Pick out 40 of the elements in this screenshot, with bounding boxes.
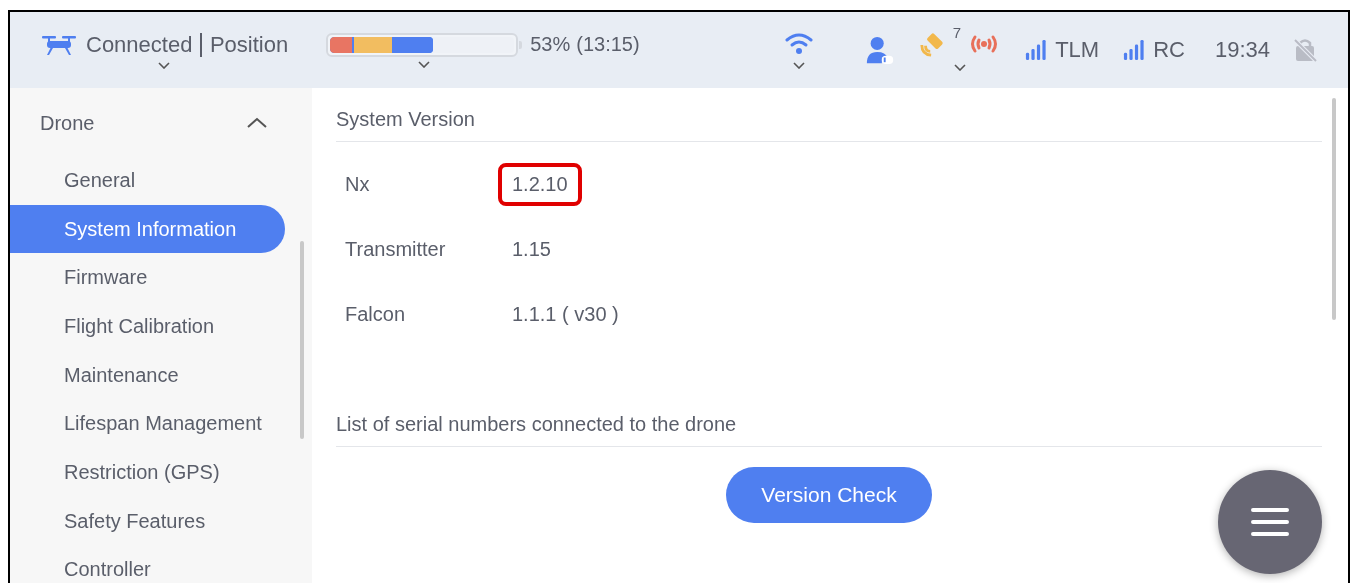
version-value: 1.15: [511, 237, 552, 262]
satellite-count: 7: [952, 23, 962, 41]
version-check-button[interactable]: Version Check: [726, 467, 932, 523]
signal-bars-icon: [1123, 39, 1146, 61]
connection-status: Connected: [86, 31, 193, 58]
menu-button[interactable]: [1218, 470, 1322, 574]
sidebar-item[interactable]: General: [10, 156, 285, 205]
sidebar-item[interactable]: Maintenance: [10, 350, 285, 400]
version-label: Falcon: [345, 303, 407, 326]
flight-mode: Position: [209, 31, 289, 58]
sidebar-item[interactable]: Lifespan Management: [10, 399, 285, 449]
battery-percent: 53%: [530, 33, 571, 56]
scrollbar[interactable]: [300, 241, 304, 439]
version-label: Transmitter: [345, 238, 447, 261]
section-title: System Version: [336, 108, 1322, 142]
caret-icon[interactable]: [158, 61, 171, 69]
menu-icon: [1250, 507, 1290, 537]
signal-bars-icon: [1025, 39, 1048, 61]
section-title: List of serial numbers connected to the drone: [336, 413, 1322, 447]
sidebar-item[interactable]: Controller: [10, 545, 285, 583]
version-value: 1.1.1 ( v30 ): [511, 302, 620, 327]
rc-label: RC: [1153, 37, 1185, 63]
sidebar-item[interactable]: Restriction (GPS): [10, 448, 285, 497]
sidebar-item[interactable]: System Information: [10, 204, 285, 254]
caret-icon[interactable]: [246, 117, 268, 129]
sidebar-item[interactable]: Safety Features: [10, 496, 285, 546]
caret-icon[interactable]: [954, 63, 966, 71]
caret-icon[interactable]: [418, 60, 431, 68]
clock: 19:34: [1214, 37, 1270, 63]
battery-time: (13:15): [576, 33, 640, 56]
pilot-id-icon[interactable]: [864, 35, 895, 65]
version-value: 1.2.10: [498, 163, 582, 206]
caret-icon[interactable]: [792, 61, 805, 69]
nav-group-header[interactable]: Drone: [10, 106, 312, 140]
sidebar-item[interactable]: Firmware: [10, 253, 285, 303]
sidebar-item[interactable]: Flight Calibration: [10, 302, 285, 351]
version-label: Nx: [345, 173, 371, 196]
battery-icon: [326, 32, 519, 57]
telemetry-label: TLM: [1055, 37, 1100, 63]
scrollbar[interactable]: [1332, 98, 1336, 320]
